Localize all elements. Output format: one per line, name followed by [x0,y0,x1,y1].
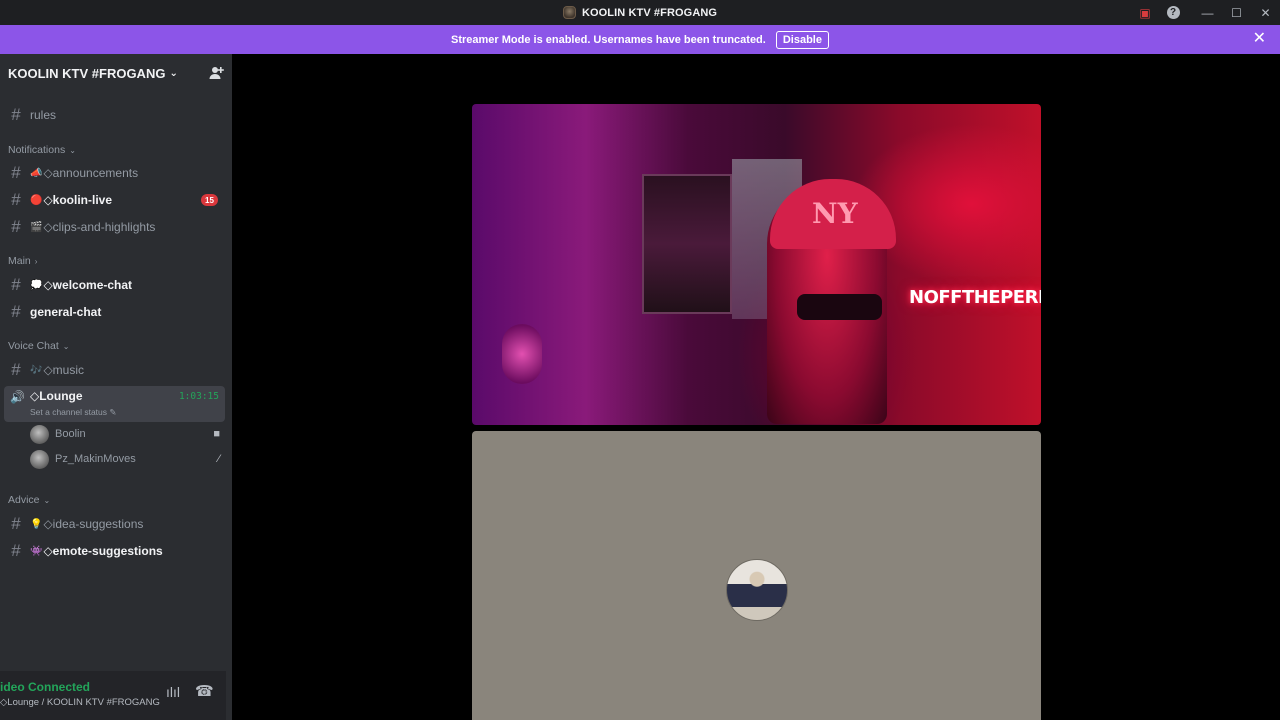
pencil-icon: ✎ [109,407,117,417]
chevron-down-icon: ⌄ [169,67,178,79]
avatar [30,424,49,444]
voice-user[interactable]: Pz_MakinMoves ⁄ [30,448,220,470]
camera-icon: ■ [213,428,220,440]
hash-icon: # [11,275,21,294]
titlebar-controls: ▣ ? — ☐ ✕ [1131,0,1280,25]
channel-label: ◇welcome-chat [43,278,133,292]
channel-label: ◇koolin-live [43,193,113,207]
window-titlebar: KOOLIN KTV #FROGANG ▣ ? — ☐ ✕ [0,0,1280,25]
voice-channel-lounge[interactable]: 🔊 ◇Lounge 1:03:15 Set a channel status ✎ [4,386,225,422]
speech-bubble-icon: 💭 [30,279,43,291]
noise-suppression-icon[interactable]: ılıl [166,684,180,700]
channel-koolin-live[interactable]: # 🔴 ◇koolin-live 15 [4,188,224,212]
hash-icon: # [11,217,21,236]
channel-label: ◇idea-suggestions [43,517,144,531]
server-name: KOOLIN KTV #FROGANG [8,65,166,81]
category-label: Voice Chat [8,340,59,352]
set-channel-status[interactable]: Set a channel status ✎ [30,407,117,418]
streamer-sunglasses [797,294,882,320]
voice-user-name: Pz_MakinMoves [55,453,136,465]
minimize-button[interactable]: — [1193,0,1222,25]
avatar [726,559,788,621]
hash-icon: # [11,302,21,321]
invite-people-icon[interactable] [208,65,224,81]
channel-rules[interactable]: # rules [4,103,224,127]
category-voice-chat[interactable]: Voice Chat ⌄ [8,340,70,352]
close-banner-icon[interactable]: ✕ [1253,30,1266,48]
maximize-button[interactable]: ☐ [1222,0,1251,25]
call-stage: NY NOFFTHEPERKY [232,54,1280,720]
background-glass [502,324,542,384]
disconnect-icon[interactable]: ☎ [195,682,214,700]
neon-sign: NOFFTHEPERKY [909,287,1041,308]
speaker-icon: 🔊 [10,390,25,404]
red-circle-icon: 🔴 [30,194,43,206]
channel-label: ◇music [43,363,85,377]
hash-icon: # [11,163,21,182]
channel-label: ◇announcements [43,166,139,180]
voice-timer: 1:03:15 [178,391,219,402]
voice-user[interactable]: Boolin ■ [30,423,220,445]
streamer-mode-banner: Streamer Mode is enabled. Usernames have… [0,25,1280,54]
channel-idea-suggestions[interactable]: # 💡 ◇idea-suggestions [4,512,224,536]
inbox-icon[interactable]: ▣ [1131,0,1159,25]
channel-label: ◇emote-suggestions [43,544,163,558]
clapper-icon: 🎬 [30,221,43,233]
avatar [30,449,49,469]
hash-icon: # [11,190,21,209]
channel-general-chat[interactable]: # general-chat [4,300,224,324]
server-name-wrap[interactable]: KOOLIN KTV #FROGANG ⌄ [8,66,178,81]
voice-connection-panel: ideo Connected ◇Lounge / KOOLIN KTV #FRO… [0,671,226,720]
status-placeholder: Set a channel status [30,407,108,417]
streamer-mode-message: Streamer Mode is enabled. Usernames have… [451,33,766,46]
voice-connected-status[interactable]: ideo Connected [0,680,90,694]
music-notes-icon: 🎶 [30,364,43,376]
light-bulb-icon: 💡 [30,518,43,530]
channel-announcements[interactable]: # 📣 ◇announcements [4,161,224,185]
mention-badge: 15 [201,194,218,206]
channel-label: general-chat [30,305,102,319]
deafen-icon: ⁄ [218,453,220,465]
channel-music[interactable]: # 🎶 ◇music [4,358,224,382]
help-icon[interactable]: ? [1159,0,1187,25]
chevron-down-icon: ⌄ [62,341,70,351]
channel-label: rules [30,108,57,122]
hash-icon: # [11,514,21,533]
window-title: KOOLIN KTV #FROGANG [581,6,718,19]
category-label: Advice [8,494,40,506]
category-label: Notifications [8,144,66,156]
hash-icon: # [11,541,21,560]
video-tile[interactable]: NY NOFFTHEPERKY [472,104,1041,425]
megaphone-icon: 📣 [30,167,43,179]
participant-tile[interactable] [472,431,1041,720]
channel-emote-suggestions[interactable]: # 👾 ◇emote-suggestions [4,539,224,563]
voice-user-name: Boolin [55,428,86,440]
server-header[interactable]: KOOLIN KTV #FROGANG ⌄ [0,54,232,92]
voice-channel-name: ◇Lounge [30,389,83,403]
cap-logo: NY [812,197,858,230]
channel-welcome-chat[interactable]: # 💭 ◇welcome-chat [4,273,224,297]
channel-label: ◇clips-and-highlights [43,220,156,234]
chevron-down-icon: ⌄ [43,495,51,505]
hash-icon: # [11,105,21,124]
category-main[interactable]: Main › [8,255,37,267]
category-advice[interactable]: Advice ⌄ [8,494,50,506]
face-icon: 👾 [30,545,43,557]
window-title-wrap: KOOLIN KTV #FROGANG [562,6,718,19]
add-user-icon [209,67,224,79]
chevron-down-icon: ⌄ [69,145,76,155]
disable-streamer-mode-button[interactable]: Disable [775,30,829,49]
category-label: Main [8,255,31,267]
server-icon [562,6,576,19]
voice-connected-location[interactable]: ◇Lounge / KOOLIN KTV #FROGANG [0,697,160,708]
hash-icon: # [11,360,21,379]
background-shelf [642,174,732,314]
chevron-right-icon: › [34,256,38,266]
category-notifications[interactable]: Notifications ⌄ [8,144,76,156]
channel-sidebar: KOOLIN KTV #FROGANG ⌄ # rules Notificati… [0,54,232,720]
channel-clips-and-highlights[interactable]: # 🎬 ◇clips-and-highlights [4,215,224,239]
window-close-button[interactable]: ✕ [1251,0,1280,25]
